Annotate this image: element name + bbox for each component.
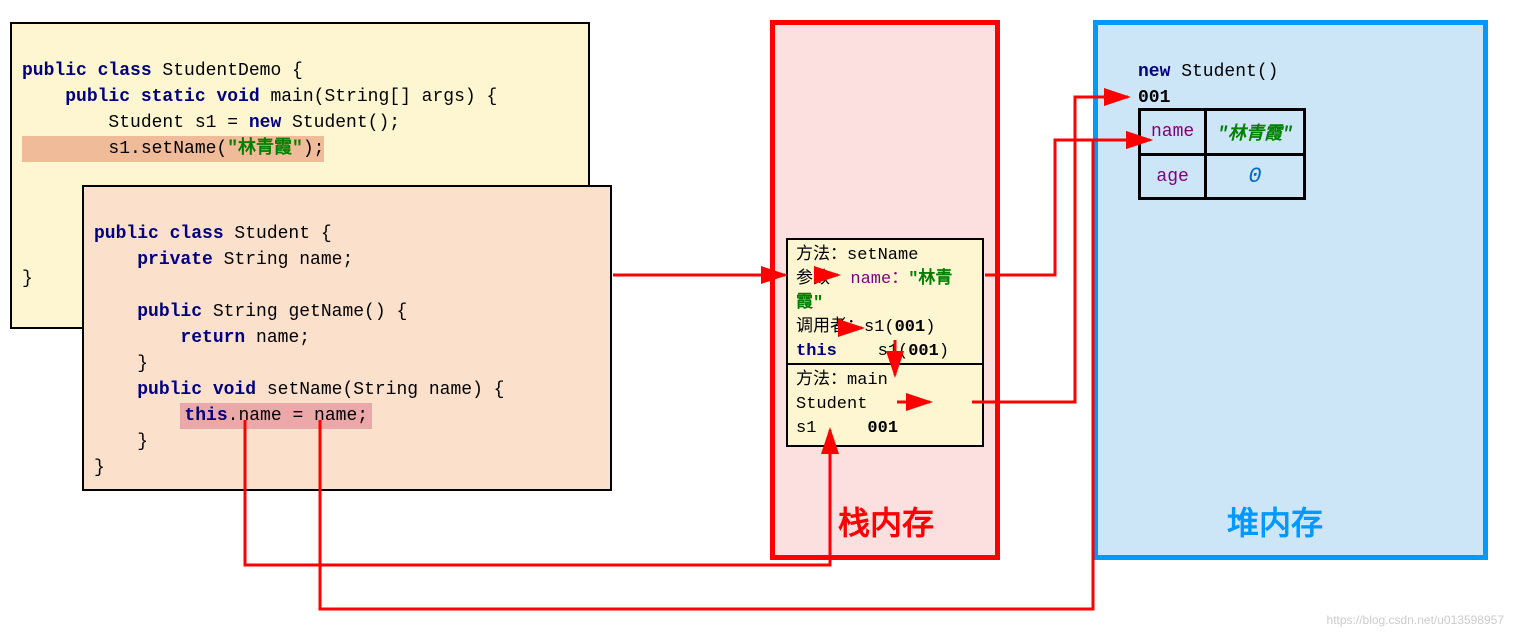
heap-new-expr: new Student(): [1138, 62, 1278, 82]
code-student: public class Student { private String na…: [82, 185, 612, 491]
stack-label: 栈内存: [838, 498, 934, 544]
stack-frame-main: 方法：main Student s1 001: [786, 363, 984, 447]
heap-label: 堆内存: [1227, 498, 1323, 544]
heap-addr: 001: [1138, 88, 1170, 108]
heap-object-table: name"林青霞" age0: [1138, 108, 1306, 200]
watermark: https://blog.csdn.net/u013598957: [1327, 613, 1504, 627]
stack-frame-setname: 方法：setName 参数 name："林青霞" 调用者：s1(001) thi…: [786, 238, 984, 370]
